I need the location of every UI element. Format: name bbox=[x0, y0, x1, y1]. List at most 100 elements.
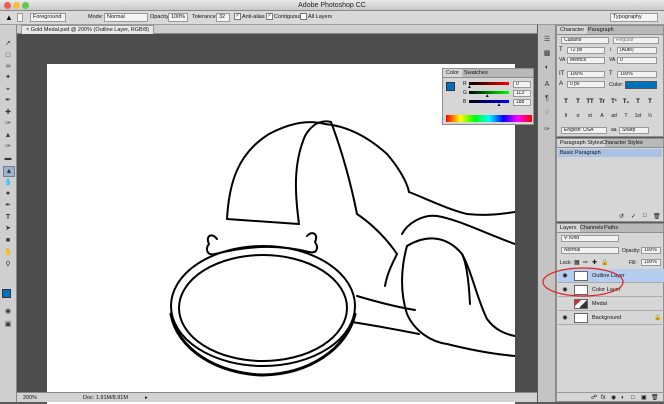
rectangle-tool-icon[interactable]: ■ bbox=[3, 236, 13, 245]
healing-brush-tool-icon[interactable]: ✚ bbox=[3, 108, 13, 117]
type-style-button[interactable]: T bbox=[645, 98, 655, 106]
mode-select[interactable]: Normal bbox=[104, 13, 148, 22]
pen-tool-icon[interactable]: ✒ bbox=[3, 201, 13, 210]
zoom-tool-icon[interactable]: ⚲ bbox=[3, 260, 13, 269]
adjustments-panel-icon[interactable]: ◐ bbox=[542, 63, 552, 73]
quick-select-tool-icon[interactable]: ✦ bbox=[3, 73, 13, 82]
clear-override-icon[interactable]: ↺ bbox=[619, 213, 624, 220]
anti-alias-checkbox[interactable]: ✓ Anti-alias bbox=[234, 13, 265, 22]
type-style-button[interactable]: TT bbox=[585, 98, 595, 106]
color-slider-handle-icon[interactable]: ▲ bbox=[467, 84, 472, 90]
history-brush-tool-icon[interactable]: ✑ bbox=[3, 142, 13, 151]
type-style-button[interactable]: T¹ bbox=[609, 98, 619, 106]
screen-mode-icon[interactable]: ▣ bbox=[3, 320, 13, 329]
kerning-field[interactable]: Metrics bbox=[567, 57, 605, 64]
all-layers-checkbox[interactable]: All Layers bbox=[300, 13, 332, 22]
visibility-eye-icon[interactable] bbox=[561, 300, 569, 308]
history-panel-icon[interactable]: ☰ bbox=[542, 35, 552, 45]
opacity-field[interactable]: 100% bbox=[168, 13, 188, 22]
hand-tool-icon[interactable]: ✋ bbox=[3, 248, 13, 257]
opentype-button[interactable]: T bbox=[621, 112, 631, 120]
opentype-button[interactable]: fi bbox=[561, 112, 571, 120]
new-style-icon[interactable]: □ bbox=[643, 213, 647, 219]
crop-tool-icon[interactable]: ⌖ bbox=[3, 85, 13, 94]
minimize-window-icon[interactable] bbox=[13, 2, 20, 9]
color-slider-value-field[interactable]: 113 bbox=[513, 90, 531, 97]
properties-panel-icon[interactable]: ▩ bbox=[542, 49, 552, 59]
path-selection-tool-icon[interactable]: ➤ bbox=[3, 224, 13, 233]
brush-panel-icon[interactable]: ✑ bbox=[542, 125, 552, 135]
layer-row[interactable]: Medal bbox=[558, 297, 664, 311]
foreground-color-swatch[interactable] bbox=[2, 289, 11, 298]
delete-style-icon[interactable]: 🗑 bbox=[653, 213, 661, 220]
tab-swatches[interactable]: Swatches bbox=[461, 69, 491, 77]
color-slider-track[interactable] bbox=[469, 100, 509, 103]
lasso-tool-icon[interactable]: ∞ bbox=[3, 62, 13, 71]
opentype-button[interactable]: ½ bbox=[645, 112, 655, 120]
opentype-button[interactable]: st bbox=[585, 112, 595, 120]
close-window-icon[interactable] bbox=[4, 2, 11, 9]
font-size-field[interactable]: 72 px bbox=[567, 47, 605, 54]
opentype-button[interactable]: A bbox=[597, 112, 607, 120]
type-tool-icon[interactable]: T bbox=[3, 213, 13, 222]
font-family-select[interactable]: Cubano bbox=[561, 37, 609, 44]
type-style-button[interactable]: Tr bbox=[597, 98, 607, 106]
tolerance-field[interactable]: 32 bbox=[216, 13, 230, 22]
paragraph-style-item[interactable]: Basic Paragraph bbox=[558, 149, 662, 157]
color-slider-value-field[interactable]: 188 bbox=[513, 99, 531, 106]
baseline-shift-field[interactable]: 0 px bbox=[567, 81, 605, 88]
quick-mask-icon[interactable]: ◉ bbox=[3, 307, 13, 316]
brush-tool-icon[interactable]: ✑ bbox=[3, 119, 13, 128]
leading-field[interactable]: (Auto) bbox=[617, 47, 657, 54]
font-style-select[interactable]: Regular bbox=[613, 37, 659, 44]
color-slider-value-field[interactable]: 0 bbox=[513, 81, 531, 88]
color-slider-track[interactable] bbox=[469, 82, 509, 85]
tab-close-icon[interactable]: × bbox=[26, 27, 29, 33]
blend-mode-select[interactable]: Normal bbox=[561, 247, 619, 254]
tab-color[interactable]: Color bbox=[443, 69, 463, 77]
opentype-button[interactable]: σ bbox=[573, 112, 583, 120]
type-style-button[interactable]: T bbox=[633, 98, 643, 106]
fill-source-select[interactable]: Foreground bbox=[30, 13, 66, 22]
color-slider-handle-icon[interactable]: ▲ bbox=[496, 102, 501, 108]
color-slider-handle-icon[interactable]: ▲ bbox=[485, 93, 490, 99]
layer-row[interactable]: ◉ Background 🔒 bbox=[558, 311, 664, 325]
move-tool-icon[interactable]: ➚ bbox=[3, 39, 13, 48]
workspace-select[interactable]: Typography bbox=[610, 13, 658, 22]
character-panel-icon[interactable]: A bbox=[542, 80, 552, 90]
clone-stamp-tool-icon[interactable]: ▲ bbox=[3, 131, 13, 140]
paint-bucket-tool-icon[interactable]: ▲ bbox=[3, 166, 15, 177]
type-style-button[interactable]: T bbox=[573, 98, 583, 106]
tab-paths[interactable]: Paths bbox=[601, 224, 621, 232]
marquee-tool-icon[interactable]: □ bbox=[3, 51, 13, 60]
color-spectrum-ramp[interactable] bbox=[446, 115, 532, 122]
vertical-scale-field[interactable]: 100% bbox=[567, 71, 605, 78]
dodge-tool-icon[interactable]: ● bbox=[3, 189, 13, 198]
tab-character-styles[interactable]: Character Styles bbox=[599, 139, 646, 147]
type-style-button[interactable]: T bbox=[561, 98, 571, 106]
tab-paragraph[interactable]: Paragraph bbox=[585, 26, 617, 34]
text-color-swatch[interactable] bbox=[625, 81, 657, 89]
visibility-eye-icon[interactable]: ◉ bbox=[561, 314, 569, 322]
zoom-window-icon[interactable] bbox=[22, 2, 29, 9]
paint-bucket-tool-icon[interactable]: ▲ bbox=[5, 13, 13, 22]
tab-character[interactable]: Character bbox=[557, 26, 588, 34]
eraser-tool-icon[interactable]: ▬ bbox=[3, 154, 13, 163]
color-panel-foreground-swatch[interactable] bbox=[446, 82, 455, 91]
tab-paragraph-styles[interactable]: Paragraph Styles bbox=[557, 139, 606, 147]
horizontal-scale-field[interactable]: 100% bbox=[617, 71, 657, 78]
eyedropper-tool-icon[interactable]: ✒ bbox=[3, 96, 13, 105]
language-select[interactable]: English: USA bbox=[561, 127, 607, 134]
glyphs-panel-icon[interactable]: ♢ bbox=[542, 108, 552, 118]
redefine-style-icon[interactable]: ✓ bbox=[631, 213, 636, 220]
antialias-select[interactable]: Sharp bbox=[619, 127, 649, 134]
layer-opacity-field[interactable]: 100% bbox=[641, 247, 661, 254]
paragraph-panel-icon[interactable]: ¶ bbox=[542, 94, 552, 104]
tracking-field[interactable]: 0 bbox=[617, 57, 657, 64]
blur-tool-icon[interactable]: 💧 bbox=[3, 178, 13, 187]
opentype-button[interactable]: ad bbox=[609, 112, 619, 120]
contiguous-checkbox[interactable]: ✓ Contiguous bbox=[266, 13, 302, 22]
type-style-button[interactable]: T₁ bbox=[621, 98, 631, 106]
tool-preset-picker[interactable] bbox=[17, 13, 23, 22]
layer-filter-select[interactable]: ⚲ Kind bbox=[561, 235, 619, 242]
